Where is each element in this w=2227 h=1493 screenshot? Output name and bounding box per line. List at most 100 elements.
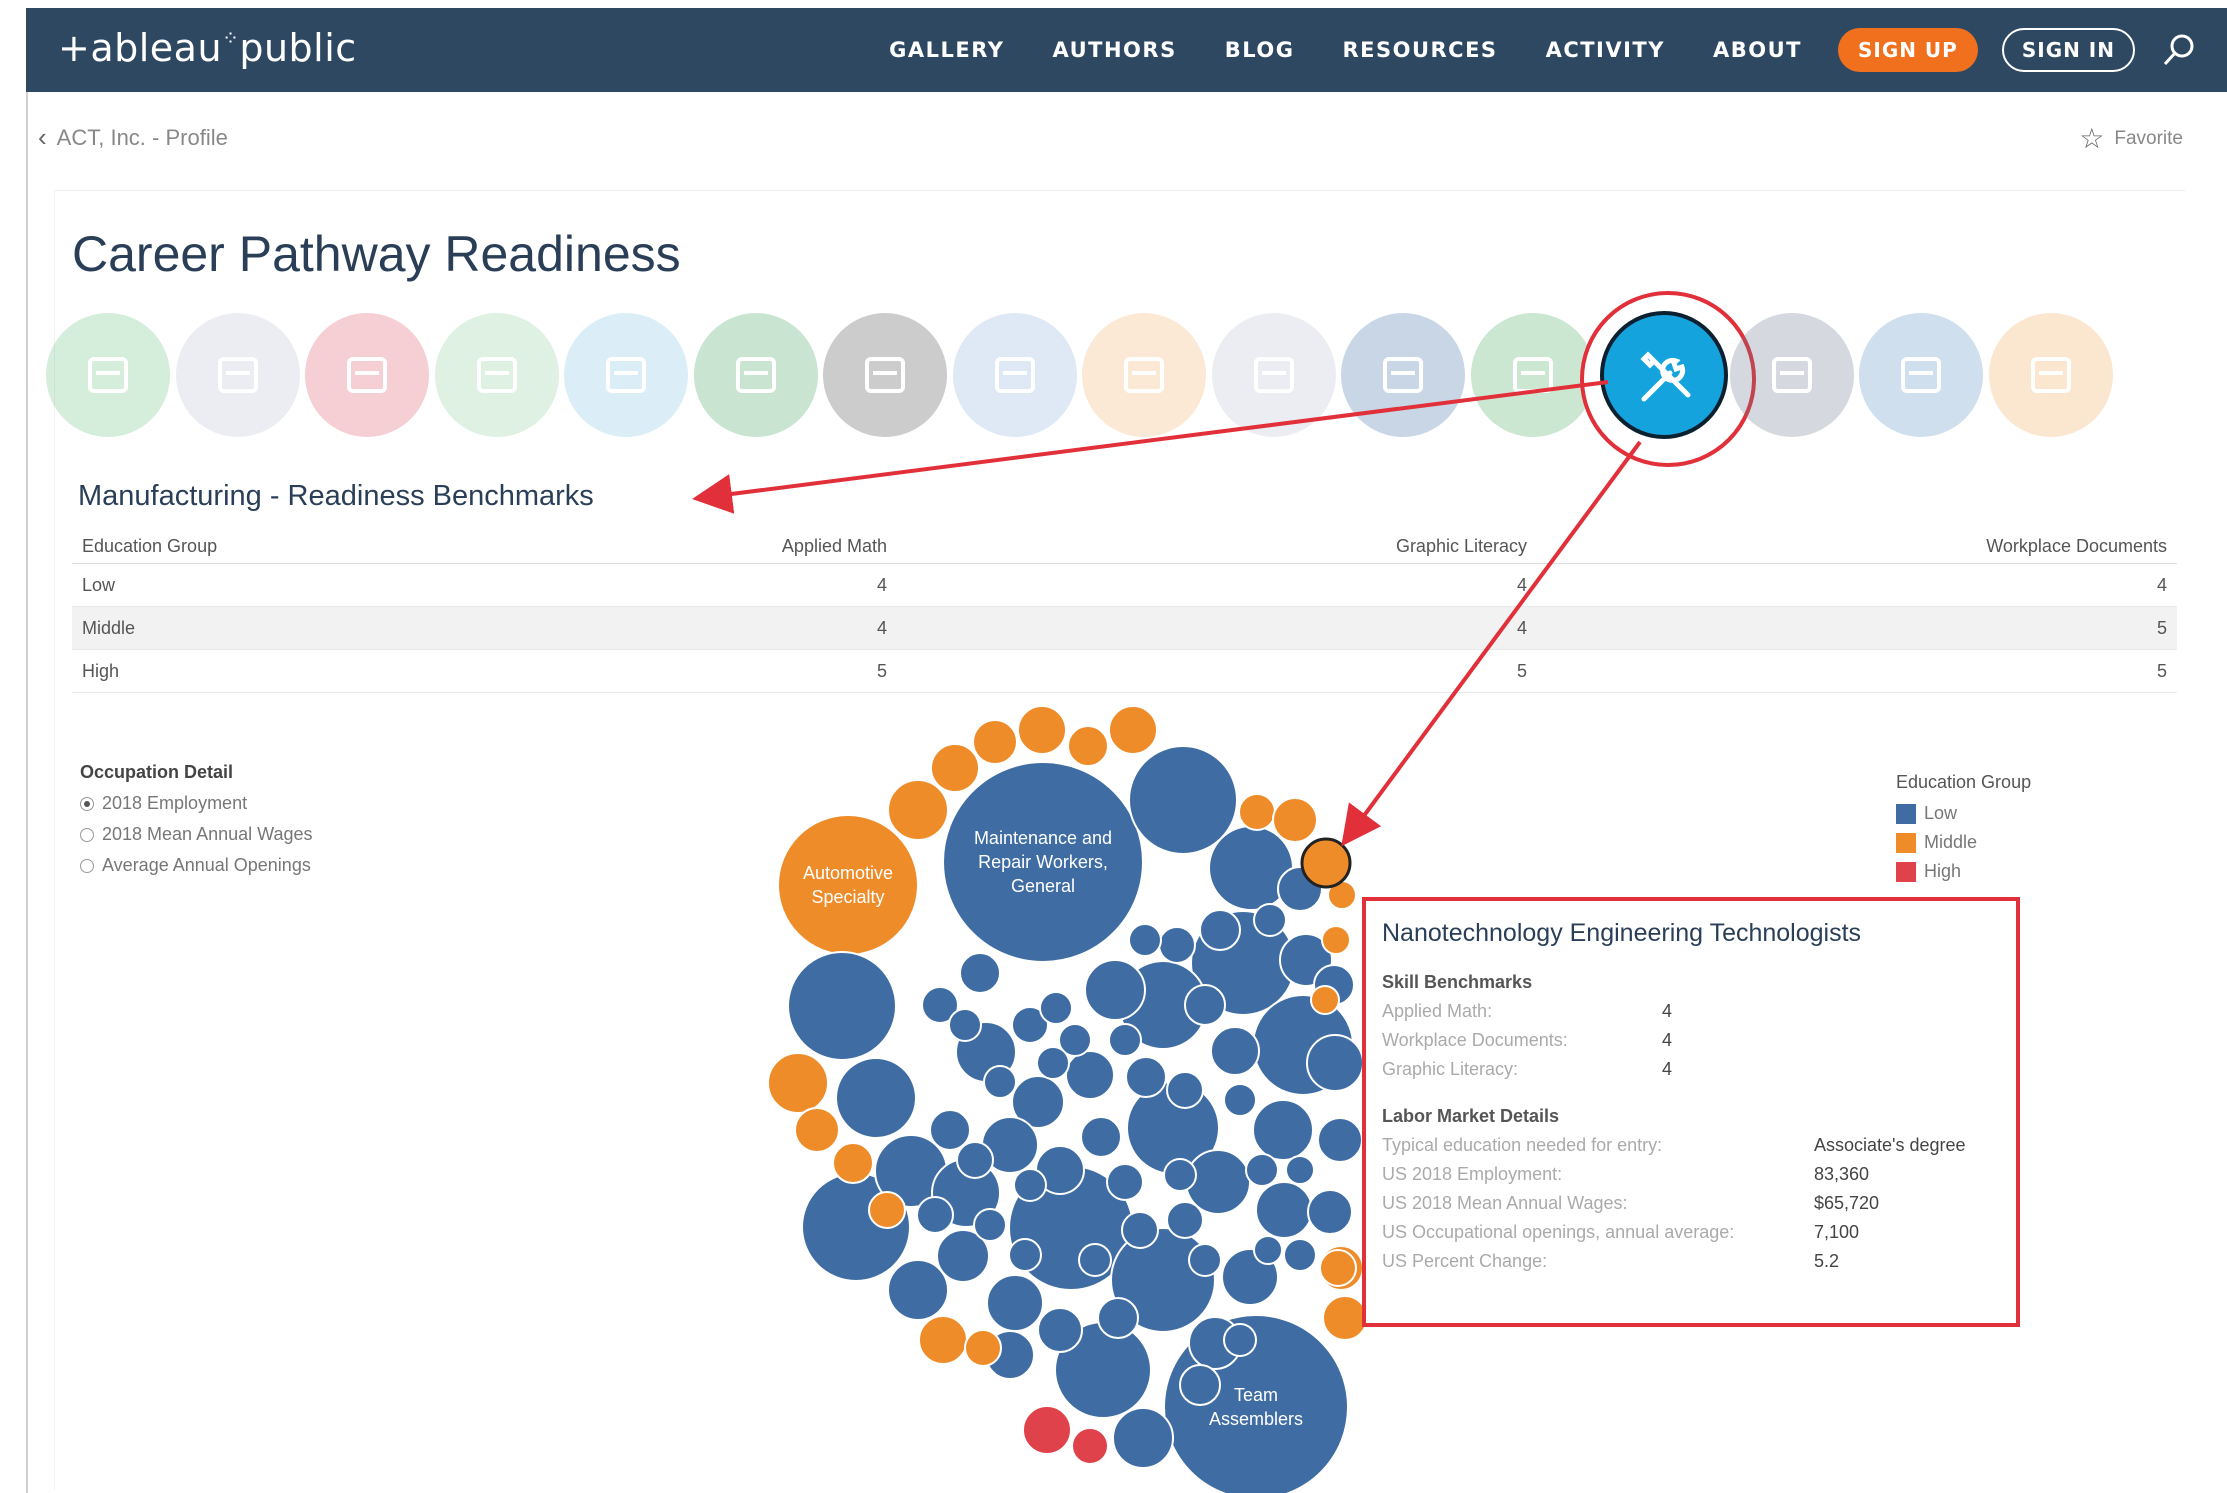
bubble-label: Automotive (803, 863, 893, 883)
tooltip-value: 4 (1662, 1030, 1673, 1050)
occupation-bubble[interactable] (1223, 1083, 1257, 1117)
occupation-bubble[interactable] (1310, 985, 1340, 1015)
occupation-bubble[interactable] (835, 1057, 917, 1139)
selected-occupation-bubble[interactable] (1300, 837, 1352, 889)
tooltip-value: 4 (1662, 1059, 1673, 1079)
occupation-bubble[interactable] (1322, 1295, 1368, 1341)
occupation-bubble[interactable] (983, 1065, 1017, 1099)
occupation-bubble[interactable] (1112, 1407, 1174, 1469)
occupation-bubble[interactable] (1166, 1071, 1204, 1109)
occupation-bubble[interactable] (1255, 1181, 1313, 1239)
occupation-bubble[interactable] (1037, 1307, 1083, 1353)
occupation-bubble[interactable] (1097, 1297, 1139, 1339)
bubble-label: Team (1234, 1385, 1278, 1405)
occupation-bubble[interactable] (929, 1109, 971, 1151)
bubble-label: Specialty (811, 887, 884, 907)
occupation-bubble[interactable] (1179, 1364, 1221, 1406)
occupation-bubble[interactable] (1307, 1189, 1353, 1235)
occupation-bubble[interactable] (794, 1107, 840, 1153)
occupation-bubble[interactable] (918, 1315, 968, 1365)
occupation-bubble[interactable] (1319, 1249, 1357, 1287)
occupation-bubble[interactable] (973, 1208, 1007, 1242)
tooltip-skill-heading: Skill Benchmarks (1382, 972, 1533, 992)
tooltip-label: US 2018 Employment: (1382, 1164, 1563, 1184)
occupation-bubble[interactable] (1036, 1046, 1070, 1080)
occupation-bubble-high[interactable] (1022, 1405, 1072, 1455)
tooltip-row: US Percent Change: 5.2 (1382, 1247, 2000, 1276)
occupation-bubble[interactable] (832, 1142, 874, 1184)
occupation-bubble[interactable] (1199, 909, 1241, 951)
tooltip-value: 4 (1662, 1001, 1673, 1021)
occupation-bubble[interactable] (1084, 959, 1146, 1021)
occupation-bubble[interactable] (1008, 1238, 1042, 1272)
tooltip-row: Graphic Literacy: 4 (1382, 1055, 2000, 1084)
occupation-bubble[interactable] (1272, 797, 1318, 843)
tooltip-label: US Occupational openings, annual average… (1382, 1222, 1735, 1242)
occupation-bubble-high[interactable] (1071, 1427, 1109, 1465)
occupation-bubble[interactable] (1252, 1099, 1314, 1161)
occupation-bubble[interactable] (1158, 926, 1196, 964)
occupation-bubble[interactable] (916, 1196, 954, 1234)
occupation-bubble[interactable] (887, 1259, 949, 1321)
tooltip-value: 7,100 (1814, 1222, 1860, 1242)
bubble-automotive-specialty[interactable] (777, 814, 919, 956)
occupation-tooltip: Nanotechnology Engineering Technologists… (1362, 897, 2020, 1327)
tooltip-row: Workplace Documents: 4 (1382, 1026, 2000, 1055)
tooltip-label: Workplace Documents: (1382, 1030, 1568, 1050)
occupation-bubble[interactable] (1108, 1023, 1142, 1057)
occupation-bubble[interactable] (787, 951, 897, 1061)
occupation-bubble[interactable] (1253, 1235, 1283, 1265)
occupation-bubble[interactable] (1321, 925, 1351, 955)
occupation-bubble[interactable] (956, 1141, 994, 1179)
occupation-bubble[interactable] (1108, 705, 1158, 755)
bubble-label: Repair Workers, (978, 852, 1108, 872)
occupation-bubble[interactable] (986, 1274, 1044, 1332)
tooltip-value: 83,360 (1814, 1164, 1870, 1184)
tooltip-title: Nanotechnology Engineering Technologists (1382, 919, 1862, 947)
occupation-bubble[interactable] (1245, 1153, 1279, 1187)
tooltip-label: Graphic Literacy: (1382, 1059, 1519, 1079)
tooltip-label: US Percent Change: (1382, 1251, 1548, 1271)
occupation-bubble[interactable] (767, 1052, 829, 1114)
occupation-bubble[interactable] (1128, 923, 1162, 957)
occupation-bubble[interactable] (930, 743, 980, 793)
tooltip-label: Applied Math: (1382, 1001, 1493, 1021)
occupation-bubble[interactable] (1283, 1238, 1317, 1272)
occupation-bubble[interactable] (887, 779, 949, 841)
occupation-bubble[interactable] (1184, 984, 1226, 1026)
tooltip-row: Typical education needed for entry: Asso… (1382, 1131, 2000, 1160)
occupation-bubble[interactable] (959, 952, 1001, 994)
bubble-label: Maintenance and (974, 828, 1112, 848)
tooltip-row: US 2018 Employment: 83,360 (1382, 1160, 2000, 1189)
tooltip-row: Applied Math: 4 (1382, 997, 2000, 1026)
bubble-label: General (1011, 876, 1075, 896)
occupation-bubble[interactable] (1238, 793, 1276, 831)
occupation-bubble[interactable] (1285, 1155, 1315, 1185)
occupation-bubble[interactable] (1306, 1034, 1364, 1092)
occupation-bubble[interactable] (1106, 1163, 1144, 1201)
occupation-bubble[interactable] (1017, 705, 1067, 755)
tooltip-label: US 2018 Mean Annual Wages: (1382, 1193, 1628, 1213)
occupation-bubble[interactable] (948, 1008, 982, 1042)
tooltip-value: 5.2 (1814, 1251, 1840, 1271)
occupation-bubble[interactable] (1039, 991, 1073, 1025)
occupation-bubble[interactable] (1166, 1201, 1204, 1239)
occupation-bubble[interactable] (1013, 1168, 1047, 1202)
occupation-bubble[interactable] (972, 719, 1018, 765)
occupation-bubble[interactable] (1317, 1117, 1363, 1163)
occupation-bubble[interactable] (1163, 1158, 1197, 1192)
occupation-bubble[interactable] (1125, 1056, 1167, 1098)
tooltip-row: US Occupational openings, annual average… (1382, 1218, 2000, 1247)
occupation-bubble[interactable] (1121, 1211, 1159, 1249)
tooltip-row: US 2018 Mean Annual Wages: $65,720 (1382, 1189, 2000, 1218)
occupation-bubble[interactable] (1080, 1116, 1122, 1158)
occupation-bubble[interactable] (1210, 1026, 1260, 1076)
occupation-bubble[interactable] (1067, 725, 1109, 767)
occupation-bubble[interactable] (868, 1191, 906, 1229)
occupation-bubble[interactable] (1253, 903, 1287, 937)
occupation-bubble[interactable] (1188, 1243, 1222, 1277)
occupation-bubble[interactable] (964, 1329, 1002, 1367)
occupation-bubble[interactable] (1078, 1243, 1112, 1277)
occupation-bubble[interactable] (1223, 1323, 1257, 1357)
occupation-bubble[interactable] (1065, 1050, 1115, 1100)
